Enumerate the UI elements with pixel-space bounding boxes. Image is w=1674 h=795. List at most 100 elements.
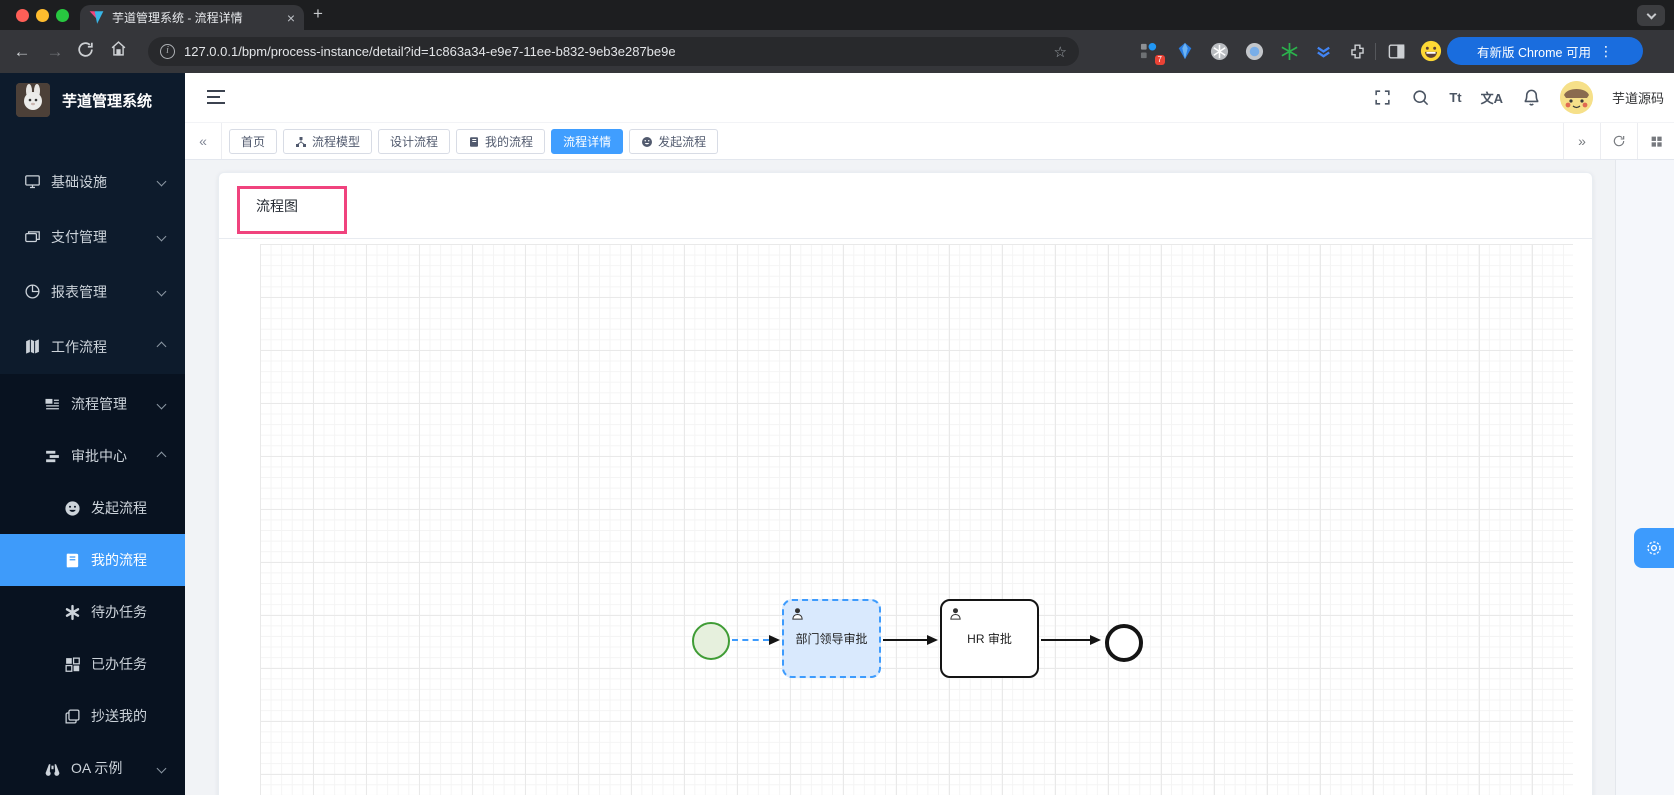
new-tab-button[interactable]: + <box>313 4 323 24</box>
tags-scroll-right-button[interactable]: » <box>1563 123 1600 159</box>
bpmn-end-event[interactable] <box>1105 624 1143 662</box>
extension-badge: 7 <box>1154 55 1165 65</box>
extension-adblock-icon[interactable]: 7 <box>1140 42 1165 65</box>
search-icon[interactable] <box>1411 88 1430 107</box>
tags-refresh-button[interactable] <box>1600 123 1637 159</box>
sidebar-item-todo-tasks[interactable]: 待办任务 <box>0 586 185 638</box>
sidebar-collapse-button[interactable] <box>207 90 225 108</box>
bpmn-sequence-flow <box>883 639 928 641</box>
binoculars-icon <box>45 763 60 776</box>
sidebar-item-reports[interactable]: 报表管理 <box>0 264 185 319</box>
font-size-icon[interactable]: Tt <box>1449 90 1461 105</box>
extension-gray-icon[interactable] <box>1210 42 1229 61</box>
content-right-gutter <box>1615 160 1674 795</box>
back-button[interactable]: ← <box>10 40 34 64</box>
sidebar-item-done-tasks[interactable]: 已办任务 <box>0 638 185 690</box>
tag-my-process[interactable]: 我的流程 <box>456 129 546 154</box>
browser-toolbar: ← → i 127.0.0.1/bpm/process-instance/det… <box>0 30 1674 73</box>
sidebar-item-payment[interactable]: 支付管理 <box>0 209 185 264</box>
tag-process-detail[interactable]: 流程详情 <box>551 129 624 154</box>
sidebar-item-label: 工作流程 <box>51 338 107 355</box>
sidebar-item-label: 抄送我的 <box>91 708 147 724</box>
app-title: 芋道管理系统 <box>62 92 153 110</box>
sidebar-item-label: OA 示例 <box>71 760 123 776</box>
sidebar-nav: 基础设施 支付管理 报表管理 工作流程 流程管理 审批中心 发起流程 我的流程 … <box>0 154 185 795</box>
extensions-puzzle-icon[interactable] <box>1348 42 1367 61</box>
window-zoom-button[interactable] <box>56 9 69 22</box>
favicon <box>89 10 104 25</box>
bpmn-task-dept-leader-approval[interactable]: 部门领导审批 <box>782 599 881 678</box>
tag-label: 首页 <box>241 135 266 149</box>
sidebar-item-start-process[interactable]: 发起流程 <box>0 482 185 534</box>
toolbar-divider <box>1375 43 1376 60</box>
window-minimize-button[interactable] <box>36 9 49 22</box>
sidebar-item-my-process[interactable]: 我的流程 <box>0 534 185 586</box>
browser-tab[interactable]: 芋道管理系统 - 流程详情 × <box>80 5 304 30</box>
notification-bell-icon[interactable] <box>1522 88 1541 107</box>
app-logo-rabbit <box>16 83 50 117</box>
browser-menu-kebab-icon[interactable]: ⋮ <box>1599 43 1613 60</box>
tag-start-process[interactable]: 发起流程 <box>629 129 719 154</box>
sidebar-item-label: 已办任务 <box>91 656 147 672</box>
fullscreen-icon[interactable] <box>1373 88 1392 107</box>
bookmark-star-icon[interactable]: ☆ <box>1054 43 1067 61</box>
side-panel-icon[interactable] <box>1387 42 1406 61</box>
chevron-up-icon <box>156 451 167 461</box>
workflow-submenu: 流程管理 审批中心 发起流程 我的流程 待办任务 已办任务 抄送我的 OA 示例 <box>0 374 185 795</box>
monitor-icon <box>25 175 40 189</box>
chrome-update-button[interactable]: 有新版 Chrome 可用 ⋮ <box>1447 37 1643 65</box>
bpmn-start-event[interactable] <box>692 622 730 660</box>
extension-star-icon[interactable] <box>1280 42 1299 61</box>
window-close-button[interactable] <box>16 9 29 22</box>
tags-scroll-left-button[interactable]: « <box>185 123 222 159</box>
layout-grid-button[interactable] <box>1637 123 1674 159</box>
sidebar-item-infrastructure[interactable]: 基础设施 <box>0 154 185 209</box>
tag-design-process[interactable]: 设计流程 <box>378 129 451 154</box>
tab-close-icon[interactable]: × <box>287 11 295 25</box>
tab-search-button[interactable] <box>1637 5 1665 26</box>
tag-home[interactable]: 首页 <box>229 129 278 154</box>
sidebar-item-label: 发起流程 <box>91 500 147 516</box>
bpmn-task-hr-approval[interactable]: HR 审批 <box>940 599 1039 678</box>
user-avatar[interactable] <box>1559 81 1593 114</box>
tag-process-model[interactable]: 流程模型 <box>283 129 373 154</box>
bpmn-canvas[interactable]: 部门领导审批 HR 审批 <box>260 244 1573 795</box>
reload-button[interactable] <box>76 40 100 64</box>
sidebar-item-approval-center[interactable]: 审批中心 <box>0 430 185 482</box>
extension-gem-icon[interactable] <box>1176 42 1195 61</box>
smile-icon <box>642 136 653 147</box>
chrome-update-label: 有新版 Chrome 可用 <box>1477 45 1591 60</box>
site-info-icon[interactable]: i <box>160 44 175 59</box>
arrow-head <box>927 634 938 645</box>
address-bar[interactable]: i 127.0.0.1/bpm/process-instance/detail?… <box>148 37 1079 66</box>
arrow-head <box>1090 634 1101 645</box>
profile-avatar-emoji[interactable] <box>1420 40 1442 62</box>
card-title: 流程图 <box>256 197 298 214</box>
payment-icon <box>25 231 40 243</box>
sidebar-item-workflow[interactable]: 工作流程 <box>0 319 185 374</box>
tags-list: 首页 流程模型 设计流程 我的流程 流程详情 发起流程 <box>229 129 719 154</box>
sidebar-item-label: 基础设施 <box>51 173 107 190</box>
sidebar-item-label: 我的流程 <box>91 552 147 568</box>
translate-icon[interactable]: 文A <box>1481 88 1503 107</box>
sidebar-item-cc-to-me[interactable]: 抄送我的 <box>0 690 185 742</box>
sidebar-item-process-management[interactable]: 流程管理 <box>0 378 185 430</box>
extension-chevrons-icon[interactable] <box>1314 42 1333 61</box>
chevron-down-icon <box>1646 9 1656 19</box>
sidebar: 芋道管理系统 基础设施 支付管理 报表管理 工作流程 流程管理 审批中心 发起流… <box>0 73 185 795</box>
bpmn-sequence-flow <box>1041 639 1090 641</box>
sidebar-item-oa-example[interactable]: OA 示例 <box>0 742 185 794</box>
browser-tabstrip: 芋道管理系统 - 流程详情 × + <box>0 0 1674 30</box>
extension-circle-icon[interactable] <box>1245 42 1264 61</box>
chevron-down-icon <box>156 231 167 242</box>
browser-tab-title: 芋道管理系统 - 流程详情 <box>112 11 243 25</box>
bpmn-sequence-flow-active <box>732 639 769 641</box>
user-name[interactable]: 芋道源码 <box>1612 88 1664 107</box>
app-logo-row[interactable]: 芋道管理系统 <box>0 73 185 127</box>
chevron-down-icon <box>156 399 167 409</box>
tag-label: 设计流程 <box>390 135 439 149</box>
url-text: 127.0.0.1/bpm/process-instance/detail?id… <box>184 44 676 59</box>
home-button[interactable] <box>110 40 134 64</box>
forward-button[interactable]: → <box>43 40 67 64</box>
settings-drawer-button[interactable] <box>1634 528 1674 568</box>
